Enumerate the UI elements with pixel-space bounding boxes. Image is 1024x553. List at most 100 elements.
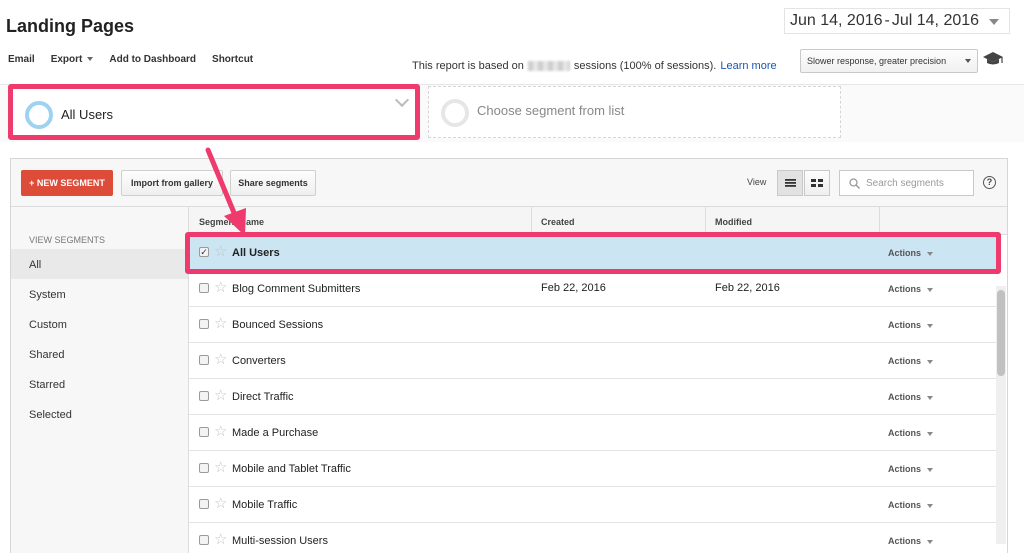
table-row[interactable]: ☆ Made a Purchase Actions bbox=[189, 415, 999, 451]
table-row[interactable]: ☆ Mobile Traffic Actions bbox=[189, 487, 999, 523]
email-button[interactable]: Email bbox=[8, 54, 35, 65]
row-actions-menu[interactable]: Actions bbox=[888, 356, 933, 366]
segment-picker-panel: + NEW SEGMENT Import from gallery Share … bbox=[10, 158, 1008, 553]
segment-name[interactable]: Made a Purchase bbox=[232, 427, 318, 439]
grid-view-button[interactable] bbox=[804, 170, 830, 196]
active-segment-card[interactable]: All Users bbox=[8, 84, 420, 140]
empty-segment-slot[interactable]: Choose segment from list bbox=[428, 86, 841, 138]
segment-ring-icon bbox=[441, 99, 469, 127]
sampling-prefix: This report is based on bbox=[412, 60, 524, 72]
actions-label: Actions bbox=[888, 428, 922, 438]
actions-label: Actions bbox=[888, 320, 922, 330]
segment-name[interactable]: Multi-session Users bbox=[232, 535, 328, 547]
table-row[interactable]: ☆ Bounced Sessions Actions bbox=[189, 307, 999, 343]
column-header-name[interactable]: Segment Name bbox=[199, 217, 264, 227]
row-checkbox[interactable] bbox=[199, 319, 209, 329]
table-row[interactable]: ☆ Direct Traffic Actions bbox=[189, 379, 999, 415]
help-icon[interactable]: ? bbox=[983, 176, 996, 189]
row-actions-menu[interactable]: Actions bbox=[888, 284, 933, 294]
active-segment-label: All Users bbox=[61, 107, 114, 122]
row-actions-menu[interactable]: Actions bbox=[888, 320, 933, 330]
star-icon[interactable]: ☆ bbox=[214, 494, 227, 512]
column-header-modified[interactable]: Modified bbox=[715, 217, 752, 227]
row-checkbox[interactable] bbox=[199, 463, 209, 473]
choose-segment-label: Choose segment from list bbox=[477, 103, 625, 118]
segment-name[interactable]: Converters bbox=[232, 355, 286, 367]
sidebar-item-system[interactable]: System bbox=[11, 279, 188, 309]
export-label: Export bbox=[50, 54, 83, 65]
panel-toolbar: + NEW SEGMENT Import from gallery Share … bbox=[11, 159, 1007, 207]
new-segment-button[interactable]: + NEW SEGMENT bbox=[21, 170, 113, 196]
import-from-gallery-button[interactable]: Import from gallery bbox=[121, 170, 223, 196]
segment-name[interactable]: Direct Traffic bbox=[232, 391, 294, 403]
chevron-down-icon bbox=[989, 19, 999, 25]
page-title: Landing Pages bbox=[6, 16, 135, 36]
segment-name[interactable]: Blog Comment Submitters bbox=[232, 283, 360, 295]
actions-label: Actions bbox=[888, 500, 922, 510]
list-view-icon bbox=[785, 179, 796, 187]
star-icon[interactable]: ☆ bbox=[214, 242, 227, 260]
segment-created-date: Feb 22, 2016 bbox=[541, 282, 606, 294]
add-to-dashboard-button[interactable]: Add to Dashboard bbox=[109, 54, 196, 65]
star-icon[interactable]: ☆ bbox=[214, 314, 227, 332]
segment-ring-icon bbox=[25, 101, 53, 129]
row-actions-menu[interactable]: Actions bbox=[888, 464, 933, 474]
star-icon[interactable]: ☆ bbox=[214, 458, 227, 476]
star-icon[interactable]: ☆ bbox=[214, 422, 227, 440]
segment-name[interactable]: All Users bbox=[232, 247, 280, 259]
graduation-cap-icon[interactable] bbox=[982, 51, 1004, 67]
report-toolbar: Email Export Add to Dashboard Shortcut bbox=[8, 54, 253, 65]
segment-name[interactable]: Bounced Sessions bbox=[232, 319, 323, 331]
shortcut-button[interactable]: Shortcut bbox=[212, 54, 253, 65]
sidebar-item-starred[interactable]: Starred bbox=[11, 369, 188, 399]
star-icon[interactable]: ☆ bbox=[214, 278, 227, 296]
row-checkbox[interactable] bbox=[199, 391, 209, 401]
row-checkbox[interactable] bbox=[199, 283, 209, 293]
scrollbar-thumb[interactable] bbox=[997, 290, 1005, 376]
sampling-suffix: sessions (100% of sessions). bbox=[573, 60, 717, 72]
table-row[interactable]: ☆ Multi-session Users Actions bbox=[189, 523, 999, 553]
export-button[interactable]: Export bbox=[51, 54, 94, 65]
list-view-button[interactable] bbox=[777, 170, 803, 196]
sidebar-item-selected[interactable]: Selected bbox=[11, 399, 188, 429]
star-icon[interactable]: ☆ bbox=[214, 386, 227, 404]
chevron-down-icon[interactable] bbox=[394, 92, 410, 108]
segment-name[interactable]: Mobile and Tablet Traffic bbox=[232, 463, 351, 475]
row-checkbox[interactable] bbox=[199, 355, 209, 365]
sidebar-item-custom[interactable]: Custom bbox=[11, 309, 188, 339]
row-checkbox[interactable]: ✓ bbox=[199, 247, 209, 257]
segment-filter-sidebar: VIEW SEGMENTS All System Custom Shared S… bbox=[11, 207, 189, 553]
row-actions-menu[interactable]: Actions bbox=[888, 536, 933, 546]
search-segments-input[interactable]: Search segments bbox=[839, 170, 974, 196]
sidebar-item-shared[interactable]: Shared bbox=[11, 339, 188, 369]
grid-view-icon bbox=[811, 179, 823, 187]
table-row[interactable]: ☆ Mobile and Tablet Traffic Actions bbox=[189, 451, 999, 487]
row-actions-menu[interactable]: Actions bbox=[888, 392, 933, 402]
table-row[interactable]: ☆ Blog Comment Submitters Feb 22, 2016 Feb … bbox=[189, 271, 999, 307]
chevron-down-icon bbox=[965, 59, 971, 63]
segment-name[interactable]: Mobile Traffic bbox=[232, 499, 297, 511]
sidebar-item-all[interactable]: All bbox=[11, 249, 188, 279]
table-scrollbar[interactable] bbox=[996, 286, 1006, 544]
precision-select[interactable]: Slower response, greater precision bbox=[800, 49, 978, 73]
date-start: Jun 14, 2016 bbox=[790, 12, 883, 29]
row-actions-menu[interactable]: Actions bbox=[888, 500, 933, 510]
row-checkbox[interactable] bbox=[199, 427, 209, 437]
date-range-picker[interactable]: Jun 14, 2016 - Jul 14, 2016 bbox=[784, 8, 1010, 34]
table-row[interactable]: ☆ Converters Actions bbox=[189, 343, 999, 379]
learn-more-link[interactable]: Learn more bbox=[720, 60, 776, 72]
actions-label: Actions bbox=[888, 464, 922, 474]
actions-label: Actions bbox=[888, 284, 922, 294]
row-checkbox[interactable] bbox=[199, 499, 209, 509]
column-divider bbox=[879, 207, 880, 234]
view-label: View bbox=[747, 177, 767, 187]
table-row[interactable]: ✓ ☆ All Users Actions bbox=[189, 235, 999, 271]
star-icon[interactable]: ☆ bbox=[214, 530, 227, 548]
row-checkbox[interactable] bbox=[199, 535, 209, 545]
segment-table-header: Segment Name Created Modified bbox=[189, 207, 1007, 235]
row-actions-menu[interactable]: Actions bbox=[888, 428, 933, 438]
share-segments-button[interactable]: Share segments bbox=[230, 170, 316, 196]
column-header-created[interactable]: Created bbox=[541, 217, 575, 227]
row-actions-menu[interactable]: Actions bbox=[888, 248, 933, 258]
star-icon[interactable]: ☆ bbox=[214, 350, 227, 368]
